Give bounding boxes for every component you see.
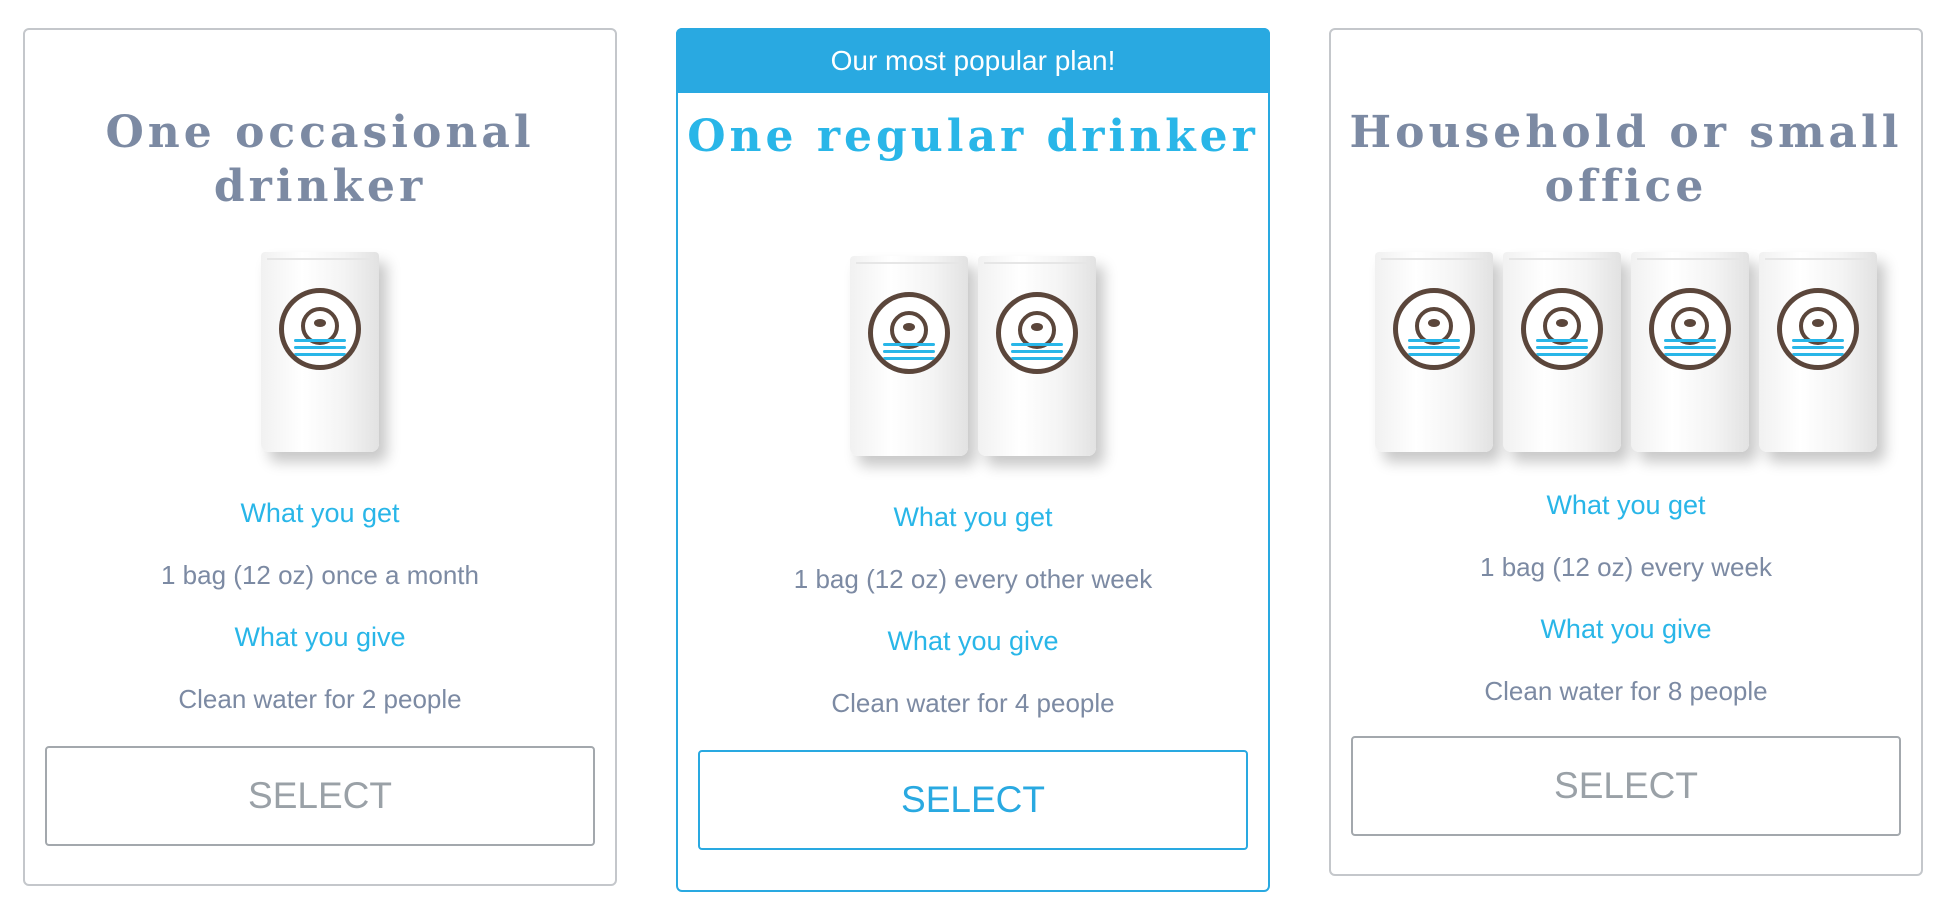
select-button[interactable]: SELECT <box>698 750 1248 850</box>
what-you-get-value: 1 bag (12 oz) once a month <box>161 560 479 590</box>
libra-coffee-logo <box>868 292 950 374</box>
bag-image <box>25 252 615 452</box>
coffee-bag-icon <box>978 256 1096 456</box>
what-you-get-label: What you get <box>1546 490 1706 520</box>
plan-title: Household or small office <box>1349 107 1903 212</box>
libra-coffee-logo <box>1649 288 1731 370</box>
libra-coffee-logo <box>1777 288 1859 370</box>
select-button[interactable]: SELECT <box>45 746 595 846</box>
plan-card-occasional: One occasional drinker What you get 1 ba… <box>23 28 617 886</box>
bag-image <box>678 256 1268 456</box>
coffee-bag-icon <box>1759 252 1877 452</box>
what-you-get-label: What you get <box>893 502 1053 532</box>
popular-plan-banner: Our most popular plan! <box>676 28 1270 93</box>
what-you-get-label: What you get <box>240 498 400 528</box>
coffee-bag-icon <box>1375 252 1493 452</box>
coffee-bag-icon <box>1631 252 1749 452</box>
what-you-get-value: 1 bag (12 oz) every other week <box>793 564 1153 594</box>
plan-title: One regular drinker <box>687 111 1259 162</box>
libra-coffee-logo <box>1521 288 1603 370</box>
what-you-give-value: Clean water for 8 people <box>1484 676 1768 706</box>
what-you-give-value: Clean water for 2 people <box>178 684 462 714</box>
plan-card-regular: Our most popular plan! One regular drink… <box>676 28 1270 892</box>
plan-title: One occasional drinker <box>105 107 535 212</box>
coffee-bag-icon <box>1503 252 1621 452</box>
what-you-give-value: Clean water for 4 people <box>831 688 1115 718</box>
libra-coffee-logo <box>279 288 361 370</box>
libra-coffee-logo <box>1393 288 1475 370</box>
libra-coffee-logo <box>996 292 1078 374</box>
select-button[interactable]: SELECT <box>1351 736 1901 836</box>
what-you-give-label: What you give <box>1540 614 1712 644</box>
what-you-give-label: What you give <box>234 622 406 652</box>
coffee-bag-icon <box>850 256 968 456</box>
bag-image <box>1331 252 1921 452</box>
what-you-get-value: 1 bag (12 oz) every week <box>1480 552 1772 582</box>
plan-card-household: Household or small office What you get 1… <box>1329 28 1923 876</box>
coffee-bag-icon <box>261 252 379 452</box>
what-you-give-label: What you give <box>887 626 1059 656</box>
